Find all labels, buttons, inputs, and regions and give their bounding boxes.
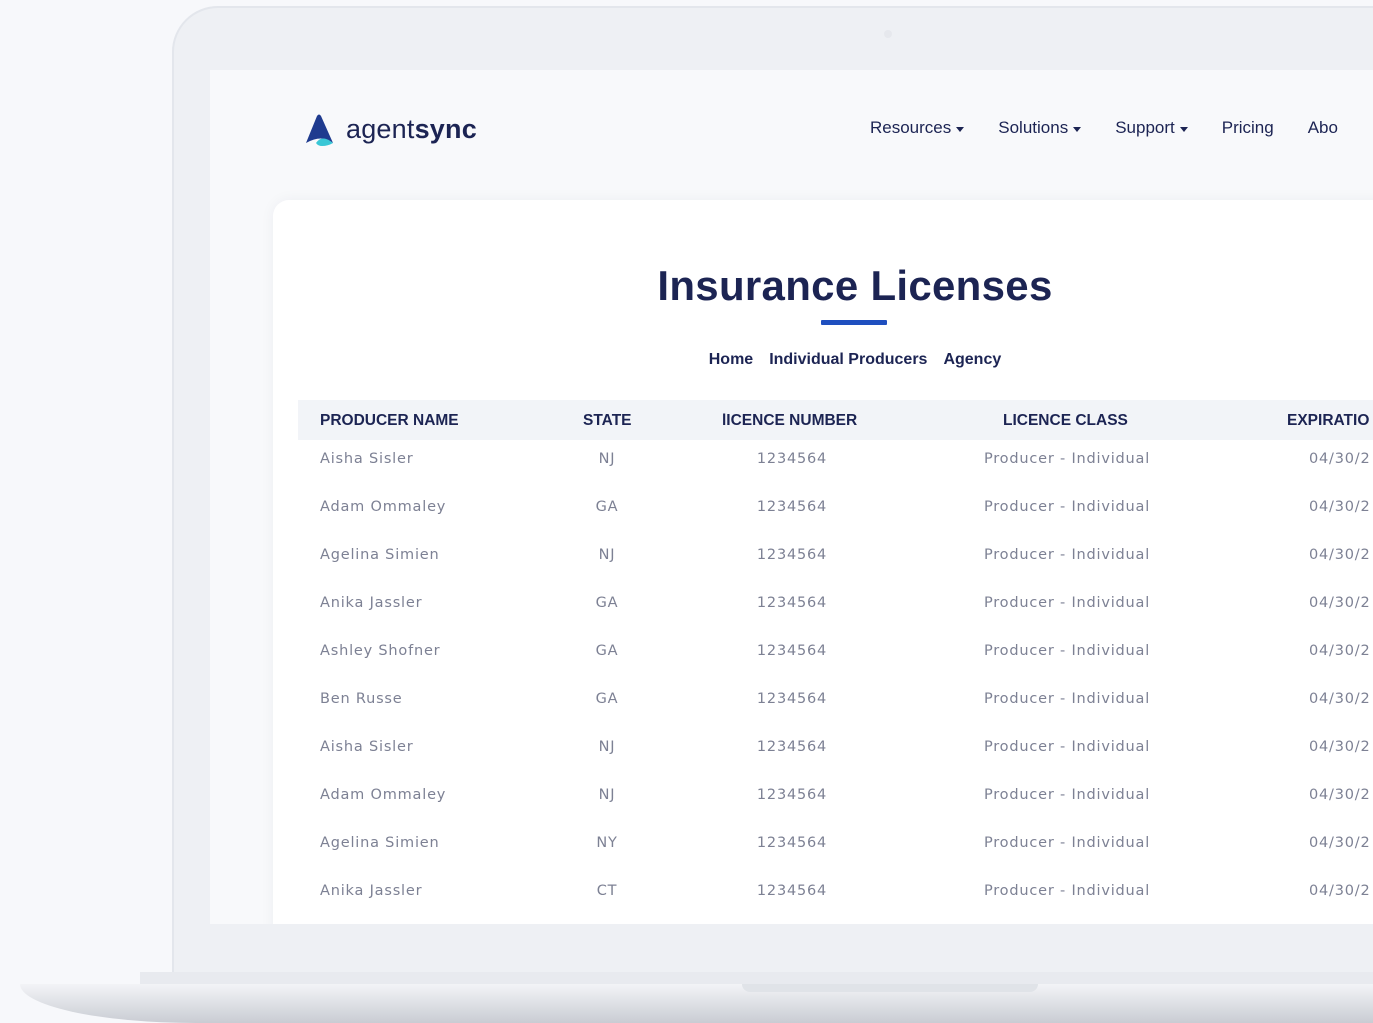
header-producer-name[interactable]: PRODUCER NAME (320, 412, 459, 430)
header-expiration[interactable]: EXPIRATIO (1287, 412, 1369, 430)
cell-expiration: 04/30/2 (1309, 451, 1371, 467)
table-row[interactable]: Anika Jassler CT 1234564 Producer - Indi… (298, 872, 1373, 920)
table-row[interactable]: Ben Russe GA 1234564 Producer - Individu… (298, 680, 1373, 728)
nav-solutions[interactable]: Solutions (998, 118, 1082, 138)
header-licence-number[interactable]: lICENCE NUMBER (722, 412, 857, 430)
cell-producer-name: Agelina Simien (320, 547, 440, 563)
laptop-hinge (742, 984, 1038, 992)
table-row[interactable]: Aisha Sisler NJ 1234564 Producer - Indiv… (298, 440, 1373, 488)
cell-producer-name: Ashley Shofner (320, 643, 441, 659)
chevron-down-icon (1073, 127, 1082, 132)
cell-expiration: 04/30/2 (1309, 643, 1371, 659)
cell-producer-name: Adam Ommaley (320, 499, 447, 515)
cell-producer-name: Anika Jassler (320, 595, 423, 611)
table-row[interactable]: Agelina Simien NJ 1234564 Producer - Ind… (298, 536, 1373, 584)
subnav-agency[interactable]: Agency (943, 351, 1001, 369)
page-title: Insurance Licenses (657, 262, 1053, 309)
cell-producer-name: Anika Jassler (320, 883, 423, 899)
camera-icon (884, 30, 892, 38)
licenses-card: Insurance Licenses Home Individual Produ… (273, 200, 1373, 924)
cell-expiration: 04/30/2 (1309, 835, 1371, 851)
screen: agentsync Resources Solutions Support Pr… (210, 70, 1373, 924)
nav-resources[interactable]: Resources (870, 118, 965, 138)
cell-expiration: 04/30/2 (1309, 883, 1371, 899)
table-body: Aisha Sisler NJ 1234564 Producer - Indiv… (298, 440, 1373, 920)
cell-producer-name: Ben Russe (320, 691, 403, 707)
chevron-down-icon (1179, 127, 1188, 132)
logo-wordmark: agentsync (346, 113, 477, 144)
cell-expiration: 04/30/2 (1309, 595, 1371, 611)
breadcrumb: Home Individual Producers Agency (273, 351, 1373, 369)
laptop-base (20, 984, 1373, 1023)
subnav-home[interactable]: Home (709, 351, 753, 369)
cell-expiration: 04/30/2 (1309, 691, 1371, 707)
table-row[interactable]: Agelina Simien NY 1234564 Producer - Ind… (298, 824, 1373, 872)
table-row[interactable]: Adam Ommaley GA 1234564 Producer - Indiv… (298, 488, 1373, 536)
cell-producer-name: Agelina Simien (320, 835, 440, 851)
cell-producer-name: Aisha Sisler (320, 739, 414, 755)
table-row[interactable]: Adam Ommaley NJ 1234564 Producer - Indiv… (298, 776, 1373, 824)
cell-expiration: 04/30/2 (1309, 739, 1371, 755)
main-nav: Resources Solutions Support Pricing Abo (870, 118, 1338, 138)
table-header: PRODUCER NAME STATE lICENCE NUMBER LICEN… (298, 400, 1373, 440)
nav-pricing[interactable]: Pricing (1222, 118, 1274, 138)
nav-support[interactable]: Support (1115, 118, 1188, 138)
cell-producer-name: Adam Ommaley (320, 787, 447, 803)
chevron-down-icon (956, 127, 965, 132)
cell-producer-name: Aisha Sisler (320, 451, 414, 467)
title-underline (821, 320, 887, 325)
cell-expiration: 04/30/2 (1309, 499, 1371, 515)
agentsync-mark-icon (306, 114, 333, 146)
header-state[interactable]: STATE (583, 412, 632, 430)
table-row[interactable]: Anika Jassler GA 1234564 Producer - Indi… (298, 584, 1373, 632)
agentsync-logo[interactable]: agentsync (302, 112, 477, 146)
cell-expiration: 04/30/2 (1309, 787, 1371, 803)
cell-expiration: 04/30/2 (1309, 547, 1371, 563)
nav-about[interactable]: Abo (1308, 118, 1338, 138)
subnav-individual-producers[interactable]: Individual Producers (769, 351, 927, 369)
table-row[interactable]: Ashley Shofner GA 1234564 Producer - Ind… (298, 632, 1373, 680)
header-licence-class[interactable]: LICENCE CLASS (1003, 412, 1128, 430)
table-row[interactable]: Aisha Sisler NJ 1234564 Producer - Indiv… (298, 728, 1373, 776)
